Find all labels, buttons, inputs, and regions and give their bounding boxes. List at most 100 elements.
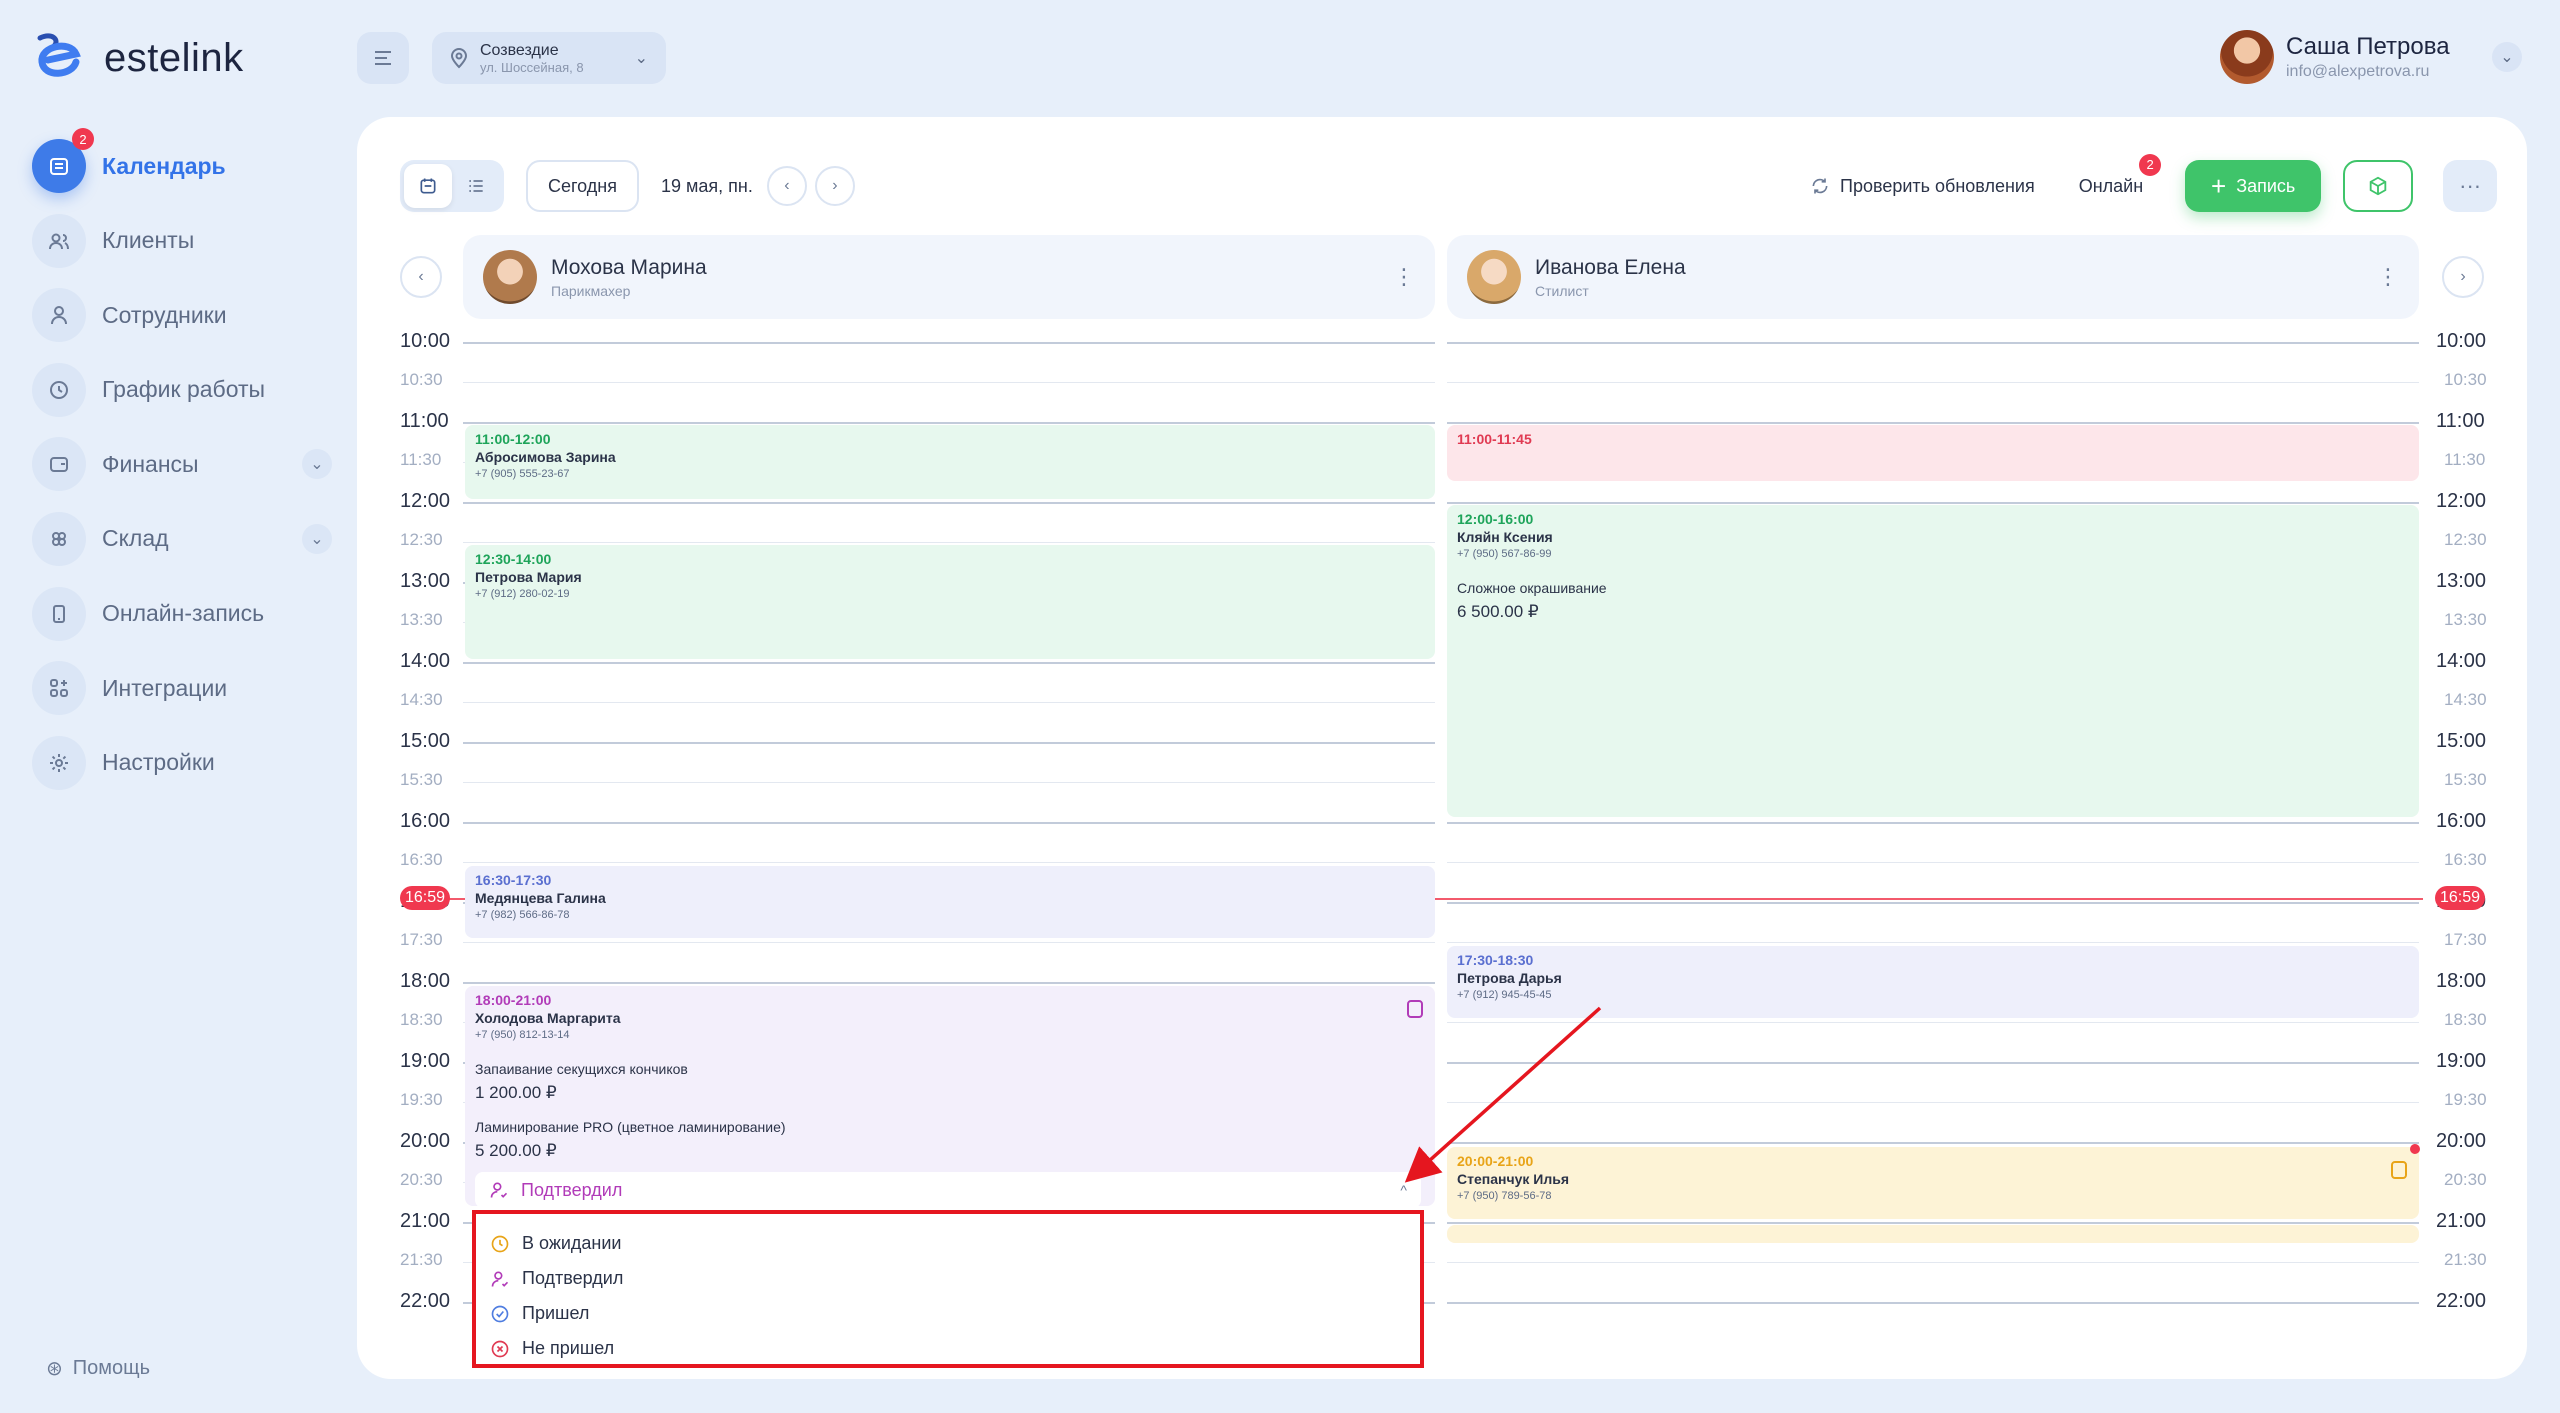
sidebar-item-schedule[interactable]: График работы [32, 362, 332, 418]
time-label: 19:30 [2444, 1090, 2487, 1109]
calendar-view-button[interactable] [404, 164, 452, 208]
grid-line [463, 502, 1435, 504]
check-updates-label: Проверить обновления [1840, 175, 2035, 196]
time-label: 13:00 [2436, 570, 2487, 592]
warehouse-icon [32, 511, 86, 566]
menu-icon [375, 51, 391, 65]
sidebar-item-label: Склад [102, 525, 169, 552]
appointment-card[interactable]: 12:30-14:00 Петрова Мария +7 (912) 280-0… [465, 545, 1435, 659]
appointment-time: 11:00-11:45 [1457, 431, 1532, 447]
next-day-button[interactable]: › [814, 166, 855, 206]
grid-line [1447, 862, 2419, 863]
user-menu-chevron-icon[interactable]: ⌄ [2492, 42, 2522, 72]
grid-line [463, 662, 1435, 664]
grid-line [463, 702, 1435, 703]
avatar [483, 250, 537, 304]
appointment-card[interactable]: 17:30-18:30 Петрова Дарья +7 (912) 945-4… [1447, 946, 2419, 1018]
logo[interactable]: estelink [32, 32, 244, 84]
calendar-toolbar: Сегодня 19 мая, пн. ‹ › [400, 160, 855, 212]
time-label: 21:30 [2444, 1250, 2487, 1269]
status-selector[interactable]: Подтвердил ^ [475, 1172, 1421, 1208]
appointment-time: 18:00-21:00 [475, 992, 552, 1008]
time-label: 10:30 [400, 370, 443, 389]
help-icon: ⊛ [46, 1358, 63, 1380]
time-label: 16:30 [400, 850, 443, 869]
toolbar-actions: Проверить обновления Онлайн 2 + Запись ·… [1810, 153, 2498, 212]
sidebar-item-settings[interactable]: Настройки [32, 735, 332, 791]
appointment-card[interactable]: 16:30-17:30 Медянцева Галина +7 (982) 56… [465, 866, 1435, 938]
list-view-button[interactable] [452, 164, 500, 208]
appointment-card-tail[interactable] [1447, 1225, 2419, 1243]
sidebar-item-staff[interactable]: Сотрудники [32, 287, 332, 343]
sidebar-item-online-booking[interactable]: Онлайн-запись [32, 586, 332, 642]
online-button[interactable]: Онлайн 2 [2079, 153, 2162, 197]
time-label: 22:00 [2436, 1290, 2487, 1312]
user-profile[interactable]: Саша Петрова info@alexpetrova.ru [2220, 30, 2450, 84]
time-label: 11:00 [400, 410, 449, 432]
time-label: 16:00 [2436, 810, 2487, 832]
sidebar-item-finance[interactable]: Финансы ⌄ [32, 436, 332, 492]
check-updates-button[interactable]: Проверить обновления [1810, 176, 2035, 197]
time-label: 18:00 [2436, 970, 2487, 992]
cube-button[interactable] [2343, 160, 2414, 212]
status-option-label: В ожидании [522, 1233, 622, 1253]
sidebar-item-label: Календарь [102, 152, 226, 179]
wallet-icon [32, 437, 86, 492]
list-icon [469, 180, 483, 192]
chevron-right-icon: › [2460, 268, 2466, 285]
status-option-label: Пришел [522, 1303, 590, 1323]
appointment-card[interactable]: 11:00-12:00 Абросимова Зарина +7 (905) 5… [465, 425, 1435, 499]
status-dropdown: В ожидании Подтвердил Пришел Не пришел [472, 1210, 1424, 1368]
staff-header[interactable]: Мохова Марина Парикмахер ⋮ [463, 235, 1435, 319]
kebab-menu-icon[interactable]: ⋮ [1393, 264, 1415, 290]
sidebar-item-clients[interactable]: Клиенты [32, 213, 332, 269]
appointment-card[interactable]: 11:00-11:45 [1447, 425, 2419, 481]
appointment-price: 5 200.00 ₽ [475, 1141, 557, 1160]
time-label: 11:30 [2444, 450, 2486, 469]
next-staff-button[interactable]: › [2442, 256, 2484, 298]
appointment-time: 20:00-21:00 [1457, 1153, 1534, 1169]
status-option-no-show[interactable]: Не пришел [490, 1331, 1406, 1366]
notification-dot [2410, 1144, 2420, 1154]
appointment-card[interactable]: 12:00-16:00 Кляйн Ксения +7 (950) 567-86… [1447, 505, 2419, 817]
grid-line [1447, 382, 2419, 383]
location-selector[interactable]: Созвездие ул. Шоссейная, 8 ⌄ [432, 32, 666, 84]
time-label: 11:00 [2436, 410, 2485, 432]
sidebar-item-warehouse[interactable]: Склад ⌄ [32, 511, 332, 567]
appointment-card[interactable]: 20:00-21:00 Степанчук Илья +7 (950) 789-… [1447, 1147, 2419, 1219]
time-label: 12:30 [2444, 530, 2487, 549]
status-option-confirmed[interactable]: Подтвердил [490, 1261, 1406, 1296]
prev-staff-button[interactable]: ‹ [400, 256, 442, 298]
sidebar-item-calendar[interactable]: 2 Календарь [32, 128, 332, 194]
sidebar-item-label: График работы [102, 376, 266, 403]
sidebar-nav: 2 Календарь Клиенты Сотрудники График ра… [32, 128, 332, 809]
staff-name: Мохова Марина [551, 255, 707, 279]
online-booking-icon [2391, 1161, 2407, 1179]
chevron-up-icon: ^ [1400, 1182, 1407, 1198]
time-label: 11:30 [400, 450, 442, 469]
chevron-down-icon[interactable]: ⌄ [302, 449, 332, 480]
kebab-menu-icon[interactable]: ⋮ [2377, 264, 2399, 290]
chevron-right-icon: › [832, 177, 838, 194]
menu-toggle-button[interactable] [357, 32, 409, 84]
staff-header[interactable]: Иванова Елена Стилист ⋮ [1447, 235, 2419, 319]
appointment-client: Петрова Мария [475, 569, 582, 585]
grid-line [1447, 1302, 2419, 1304]
time-label: 10:30 [2444, 370, 2487, 389]
more-button[interactable]: ··· [2443, 160, 2498, 212]
grid-line [463, 742, 1435, 744]
help-link[interactable]: ⊛ Помощь [46, 1356, 150, 1381]
add-appointment-button[interactable]: + Запись [2185, 160, 2322, 212]
calendar-icon [420, 178, 436, 194]
sidebar-item-integrations[interactable]: Интеграции [32, 660, 332, 716]
user-name: Саша Петрова [2286, 33, 2450, 60]
grid-line [463, 982, 1435, 984]
grid-line [463, 822, 1435, 824]
status-option-pending[interactable]: В ожидании [490, 1226, 1406, 1261]
prev-day-button[interactable]: ‹ [766, 166, 807, 206]
status-option-arrived[interactable]: Пришел [490, 1296, 1406, 1331]
today-button[interactable]: Сегодня [526, 160, 639, 212]
phone-icon [32, 586, 86, 641]
grid-line [1447, 1102, 2419, 1103]
chevron-down-icon[interactable]: ⌄ [302, 523, 332, 554]
